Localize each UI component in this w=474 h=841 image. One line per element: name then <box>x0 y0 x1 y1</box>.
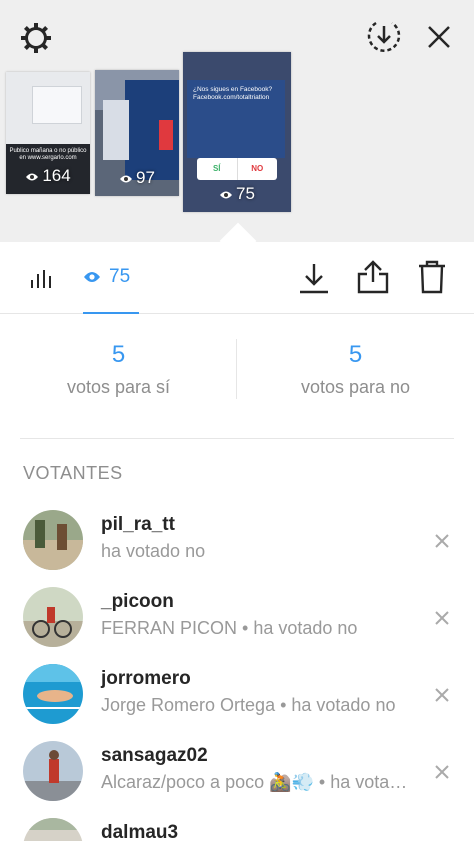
poll-results: 5 votos para sí 5 votos para no <box>0 315 474 439</box>
story-view-count: 164 <box>6 166 90 186</box>
voter-row[interactable]: jorromero Jorge Romero Ortega • ha votad… <box>0 664 474 740</box>
poll-yes-result: 5 votos para sí <box>0 341 237 398</box>
avatar[interactable] <box>23 510 83 570</box>
no-vote-label: votos para no <box>300 377 411 397</box>
divider <box>20 438 454 439</box>
poll-no-result: 5 votos para no <box>237 341 474 398</box>
voter-username[interactable]: dalmau3 <box>101 822 178 841</box>
story-caption: Publico mañana o no público en www.serga… <box>9 148 87 161</box>
remove-icon[interactable] <box>433 532 451 550</box>
avatar[interactable] <box>23 818 83 841</box>
trash-icon[interactable] <box>418 260 446 294</box>
viewers-count: 75 <box>109 266 131 287</box>
story-image <box>103 100 129 160</box>
remove-icon[interactable] <box>433 609 451 627</box>
remove-icon[interactable] <box>433 686 451 704</box>
voter-detail: FERRAN PICON • ha votado no <box>101 618 358 638</box>
eye-icon <box>120 175 133 183</box>
voter-row[interactable]: sansagaz02 Alcaraz/poco a poco 🚵💨 • ha v… <box>0 741 474 817</box>
yes-vote-label: votos para sí <box>66 377 171 397</box>
yes-vote-count: 5 <box>111 341 126 368</box>
story-insights-toolbar: 75 <box>0 242 474 314</box>
voter-username[interactable]: jorromero <box>101 668 191 690</box>
remove-icon[interactable] <box>433 763 451 781</box>
story-caption: ¿Nos sigues en Facebook? Facebook.com/to… <box>193 86 273 101</box>
poll-no-option: NO <box>251 164 264 173</box>
voter-row[interactable]: pil_ra_tt ha votado no <box>0 510 474 586</box>
voter-username[interactable]: pil_ra_tt <box>101 514 175 536</box>
download-circle-icon[interactable] <box>366 18 402 54</box>
no-vote-count: 5 <box>348 341 363 368</box>
eye-icon <box>84 272 100 282</box>
bar-chart-icon[interactable] <box>28 264 54 290</box>
eye-icon <box>26 173 39 181</box>
voters-section-title: VOTANTES <box>23 463 123 483</box>
voter-detail: ha votado no <box>101 541 206 561</box>
story-image <box>159 120 173 150</box>
story-thumbnail[interactable]: Publico mañana o no público en www.serga… <box>6 72 90 194</box>
story-thumbnail[interactable]: 97 <box>95 70 179 196</box>
voter-detail: Jorge Romero Ortega • ha votado no <box>101 695 396 715</box>
voter-row[interactable]: dalmau3 <box>0 818 474 841</box>
share-icon[interactable] <box>357 260 389 294</box>
avatar[interactable] <box>23 587 83 647</box>
story-thumbnail-selected[interactable]: ¿Nos sigues en Facebook? Facebook.com/to… <box>183 52 291 212</box>
close-icon[interactable] <box>424 22 454 52</box>
voter-row[interactable]: _picoon FERRAN PICON • ha votado no <box>0 587 474 663</box>
story-view-count: 75 <box>183 184 291 204</box>
poll-yes-option: SÍ <box>197 158 238 180</box>
story-image <box>32 86 82 124</box>
gear-icon[interactable] <box>18 20 54 56</box>
voter-detail: Alcaraz/poco a poco 🚵💨 • ha votado no <box>101 772 417 792</box>
story-view-count: 97 <box>95 168 179 188</box>
viewers-tab[interactable]: 75 <box>83 262 130 292</box>
poll-sticker: SÍ NO <box>197 158 277 180</box>
download-icon[interactable] <box>299 262 329 294</box>
active-tab-indicator <box>83 312 139 314</box>
avatar[interactable] <box>23 664 83 724</box>
avatar[interactable] <box>23 741 83 801</box>
voter-username[interactable]: sansagaz02 <box>101 745 208 767</box>
eye-icon <box>220 191 233 199</box>
story-tray: Publico mañana o no público en www.serga… <box>0 0 474 242</box>
voter-username[interactable]: _picoon <box>101 591 174 613</box>
